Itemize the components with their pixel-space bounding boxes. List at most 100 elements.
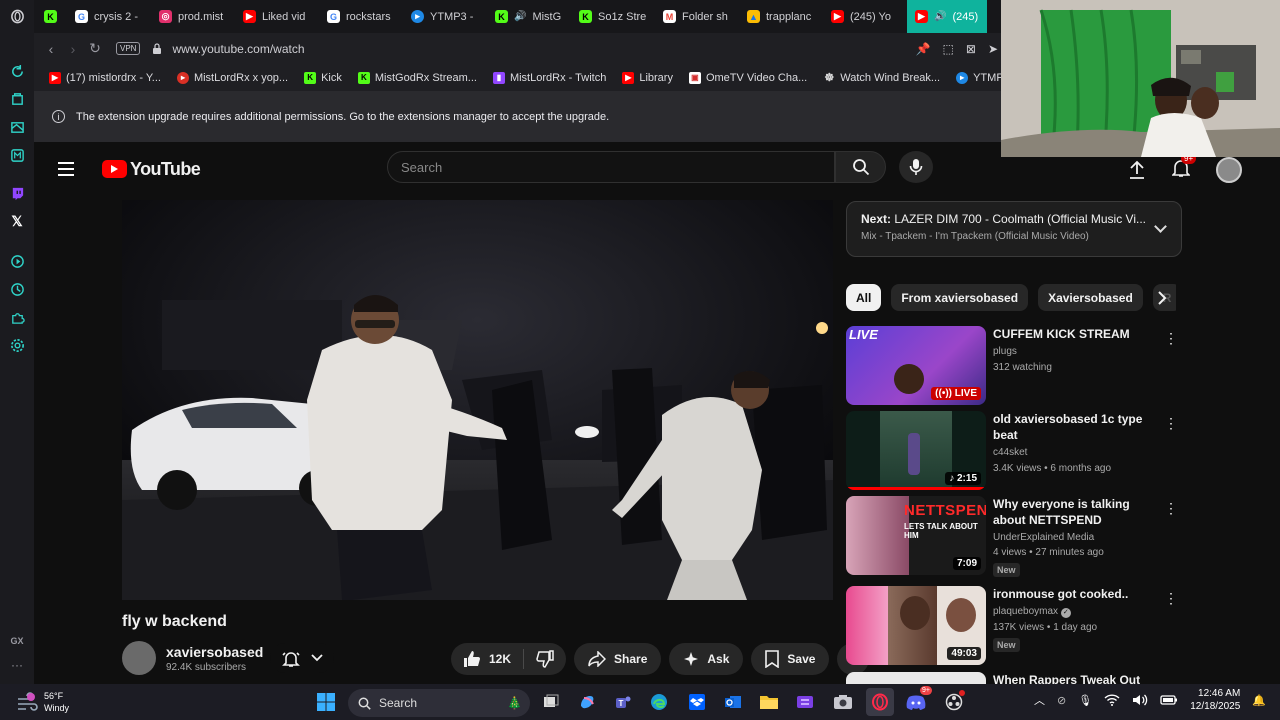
microphone-icon[interactable]: 🎙 bbox=[1078, 694, 1092, 707]
snapshot-icon[interactable]: ⬚ bbox=[943, 42, 954, 56]
upload-icon[interactable] bbox=[1128, 160, 1146, 180]
outlook-icon[interactable] bbox=[719, 688, 747, 716]
weather-widget[interactable]: 56°F Windy bbox=[16, 690, 69, 714]
recommendation-channel[interactable]: plugs bbox=[993, 346, 1163, 357]
twitch-icon[interactable] bbox=[0, 179, 34, 207]
lock-icon[interactable] bbox=[152, 43, 162, 54]
discord-icon[interactable]: 9+ bbox=[902, 686, 932, 716]
tab[interactable]: M Folder sh bbox=[655, 0, 739, 33]
file-explorer-icon[interactable] bbox=[755, 688, 783, 716]
messenger-icon[interactable] bbox=[0, 141, 34, 169]
bookmark-item[interactable]: K MistGodRx Stream... bbox=[351, 71, 484, 84]
more-options-icon[interactable]: ⋮ bbox=[1164, 415, 1178, 432]
channel-name[interactable]: xaviersobased bbox=[166, 644, 263, 660]
taskbar-search[interactable]: Search 🎄 bbox=[348, 689, 530, 717]
chip-from-channel[interactable]: From xaviersobased bbox=[891, 284, 1029, 311]
tab[interactable]: ▸ YTMP3 - bbox=[403, 0, 487, 33]
more-options-icon[interactable]: ⋮ bbox=[1164, 330, 1178, 347]
clock[interactable]: 12:46 AM 12/18/2025 bbox=[1190, 687, 1240, 713]
opera-gx-taskbar-icon[interactable] bbox=[866, 688, 894, 716]
chip-all[interactable]: All bbox=[846, 284, 882, 311]
gx-corner-icon[interactable] bbox=[0, 113, 34, 141]
clipchamp-icon[interactable] bbox=[791, 688, 819, 716]
extensions-icon[interactable] bbox=[0, 303, 34, 331]
url-field[interactable]: www.youtube.com/watch bbox=[172, 42, 304, 56]
tab[interactable]: ▲ trapplanc bbox=[739, 0, 823, 33]
back-arrow-icon[interactable]: ‹ bbox=[40, 41, 62, 57]
bookmark-item[interactable]: ☸ Watch Wind Break... bbox=[816, 72, 947, 85]
recommendation-title[interactable]: Why everyone is talking about NETTSPEND … bbox=[993, 496, 1163, 528]
video-thumbnail[interactable]: ♪ 2:15 bbox=[846, 411, 986, 490]
network-off-icon[interactable]: ⊘ bbox=[1057, 694, 1066, 707]
recommendation-channel[interactable]: c44sket bbox=[993, 447, 1163, 458]
recommendation-title[interactable]: ironmouse got cooked.. bbox=[993, 586, 1163, 602]
music-player-icon[interactable] bbox=[0, 247, 34, 275]
recommendation-title[interactable]: CUFFEM KICK STREAM bbox=[993, 326, 1163, 342]
account-avatar[interactable] bbox=[1216, 157, 1242, 183]
chevron-up-icon[interactable]: ︿ bbox=[1034, 692, 1045, 708]
tab[interactable]: K So1z Stre bbox=[571, 0, 655, 33]
search-input[interactable]: Search bbox=[387, 151, 835, 183]
video-thumbnail[interactable]: 49:03 bbox=[846, 586, 986, 665]
bookmark-item[interactable]: K Kick bbox=[297, 71, 349, 84]
obs-icon[interactable] bbox=[940, 688, 968, 716]
ask-button[interactable]: Ask bbox=[669, 643, 744, 675]
chip-xaviersobased[interactable]: Xaviersobased bbox=[1038, 284, 1143, 311]
video-thumbnail[interactable]: NETTSPEND LETS TALK ABOUT HIM 7:09 bbox=[846, 496, 986, 575]
more-dots-icon[interactable]: ··· bbox=[11, 658, 23, 672]
adblock-icon[interactable]: ⊠ bbox=[966, 42, 976, 56]
task-view-icon[interactable] bbox=[537, 688, 565, 716]
bookmark-item[interactable]: ▶ (17) mistlordrx - Y... bbox=[42, 71, 168, 84]
kick-pinned-tab[interactable]: K bbox=[34, 0, 67, 33]
opera-gx-logo-icon[interactable] bbox=[0, 0, 34, 33]
x-twitter-icon[interactable]: 𝕏 bbox=[0, 207, 34, 235]
recommendation-item[interactable]: When Rappers Tweak Out bbox=[846, 672, 1186, 684]
speaker-icon[interactable]: 🔊 bbox=[514, 11, 526, 22]
volume-icon[interactable] bbox=[1132, 693, 1148, 707]
more-options-icon[interactable]: ⋮ bbox=[1164, 590, 1178, 607]
tab[interactable]: ◎ prod.mist bbox=[151, 0, 235, 33]
tab[interactable]: Gcrysis 2 - bbox=[67, 0, 151, 33]
tab[interactable]: Grockstars bbox=[319, 0, 403, 33]
recommendation-channel[interactable]: plaqueboymax ✓ bbox=[993, 606, 1163, 618]
battery-icon[interactable] bbox=[1160, 694, 1178, 706]
bookmark-item[interactable]: ▶ Library bbox=[615, 71, 680, 84]
more-options-icon[interactable]: ⋮ bbox=[1164, 500, 1178, 517]
channel-avatar[interactable] bbox=[122, 641, 156, 675]
history-icon[interactable] bbox=[0, 275, 34, 303]
camera-app-icon[interactable] bbox=[829, 688, 857, 716]
edge-icon[interactable] bbox=[645, 688, 673, 716]
forward-arrow-icon[interactable]: › bbox=[62, 41, 84, 57]
gx-control-icon[interactable] bbox=[0, 85, 34, 113]
subscribed-notifications-button[interactable] bbox=[270, 643, 334, 673]
save-button[interactable]: Save bbox=[751, 643, 830, 675]
up-next-card[interactable]: Next: LAZER DIM 700 - Coolmath (Official… bbox=[846, 201, 1182, 257]
refresh-flow-icon[interactable] bbox=[0, 57, 34, 85]
bookmark-item[interactable]: ▮ MistLordRx - Twitch bbox=[486, 71, 613, 84]
share-button[interactable]: Share bbox=[574, 643, 662, 675]
pin-icon[interactable]: 📌 bbox=[916, 42, 931, 56]
tab-active[interactable]: ▶ 🔊 (245) bbox=[907, 0, 987, 33]
recommendation-title[interactable]: old xaviersobased 1c type beat bbox=[993, 411, 1163, 443]
video-thumbnail[interactable]: LIVE ((•)) LIVE bbox=[846, 326, 986, 405]
vpn-badge[interactable]: VPN bbox=[116, 42, 141, 55]
copilot-icon[interactable] bbox=[573, 688, 601, 716]
tab[interactable]: ▶ (245) Yo bbox=[823, 0, 907, 33]
recommendation-item[interactable]: 49:03 ironmouse got cooked.. plaqueboyma… bbox=[846, 586, 1186, 665]
bookmark-item[interactable]: ▣ OmeTV Video Cha... bbox=[682, 71, 814, 84]
dropbox-icon[interactable] bbox=[683, 688, 711, 716]
notifications-button[interactable]: 9+ bbox=[1171, 152, 1197, 183]
video-thumbnail[interactable] bbox=[846, 672, 986, 684]
recommendation-item[interactable]: LIVE ((•)) LIVE CUFFEM KICK STREAM plugs… bbox=[846, 326, 1186, 405]
like-button[interactable]: 12K bbox=[451, 643, 523, 675]
notification-center-icon[interactable]: 🔔 bbox=[1252, 694, 1266, 707]
wifi-icon[interactable] bbox=[1104, 694, 1120, 706]
chips-next-button[interactable] bbox=[1150, 286, 1174, 310]
dislike-button[interactable] bbox=[524, 643, 566, 675]
recommendation-channel[interactable]: UnderExplained Media bbox=[993, 532, 1163, 543]
settings-gear-icon[interactable] bbox=[0, 331, 34, 359]
start-button[interactable] bbox=[312, 688, 340, 716]
search-button[interactable] bbox=[835, 151, 886, 183]
send-icon[interactable]: ➤ bbox=[988, 42, 998, 56]
recommendation-item[interactable]: NETTSPEND LETS TALK ABOUT HIM 7:09 Why e… bbox=[846, 496, 1186, 578]
